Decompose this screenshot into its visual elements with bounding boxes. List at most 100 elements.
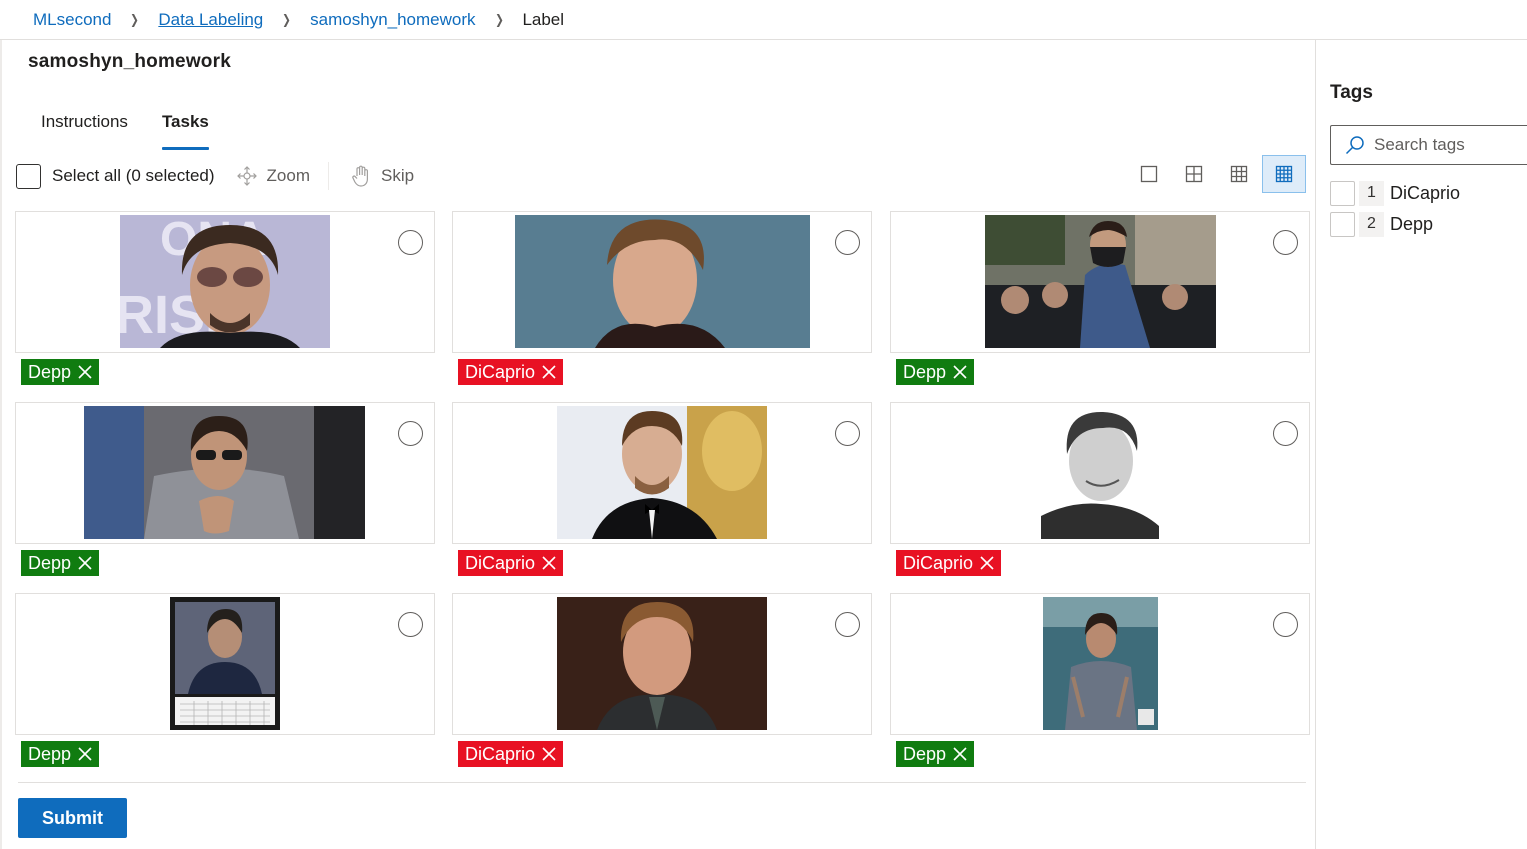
skip-label: Skip [381,166,415,185]
tag-shortcut-key: 1 [1359,180,1384,206]
chevron-right-icon: ❯ [494,11,504,27]
search-tags-box[interactable] [1330,125,1527,165]
task-card[interactable] [15,402,435,544]
applied-tag-label: Depp [28,743,72,764]
applied-tag-chip[interactable]: Depp [896,741,975,767]
remove-tag-icon[interactable] [542,556,556,570]
task-image [515,215,810,348]
remove-tag-icon[interactable] [78,365,92,379]
tab-list: Instructions Tasks [41,112,243,150]
task-item: Depp [15,593,435,767]
task-item: DiCaprio [890,402,1310,576]
chevron-right-icon: ❯ [282,11,292,27]
task-select-circle[interactable] [398,612,423,637]
single-square-icon [1140,165,1158,183]
task-item: DiCaprio [452,402,872,576]
task-card[interactable] [15,593,435,735]
task-item: Depp [890,593,1310,767]
task-toolbar: Select all (0 selected) Zoom Skip [16,162,414,190]
applied-tag-chip[interactable]: DiCaprio [458,550,564,576]
breadcrumb: MLsecond ❯ Data Labeling ❯ samoshyn_home… [0,0,1527,40]
toolbar-divider [328,162,329,190]
task-card[interactable]: ONA RISE [15,211,435,353]
remove-tag-icon[interactable] [980,556,994,570]
tab-instructions[interactable]: Instructions [41,112,128,150]
move-icon [236,166,257,186]
remove-tag-icon[interactable] [542,365,556,379]
task-image [1043,597,1158,730]
applied-tag-chip[interactable]: DiCaprio [896,550,1002,576]
task-image [557,597,767,730]
task-image [1041,406,1159,539]
zoom-label: Zoom [266,166,310,185]
task-select-circle[interactable] [398,230,423,255]
applied-tag-chip[interactable]: DiCaprio [458,741,564,767]
tag-option-dicaprio[interactable]: 1 DiCaprio [1330,180,1460,206]
view-3x3-button[interactable] [1217,155,1261,193]
remove-tag-icon[interactable] [78,747,92,761]
task-card[interactable] [890,593,1310,735]
search-icon [1345,135,1365,155]
zoom-button[interactable]: Zoom [236,166,310,186]
select-all-checkbox[interactable] [16,163,41,189]
task-image [84,406,365,539]
applied-tag-chip[interactable]: Depp [896,359,975,385]
search-tags-input[interactable] [1374,135,1524,155]
task-select-circle[interactable] [1273,421,1298,446]
applied-tag-label: Depp [903,743,947,764]
view-2x2-button[interactable] [1172,155,1216,193]
tag-shortcut-key: 2 [1359,211,1384,237]
remove-tag-icon[interactable] [953,747,967,761]
task-image [985,215,1216,348]
task-image: ONA RISE [120,215,330,348]
view-1x1-button[interactable] [1127,155,1171,193]
task-item: DiCaprio [452,211,872,385]
remove-tag-icon[interactable] [542,747,556,761]
applied-tag-chip[interactable]: Depp [21,550,100,576]
tag-option-label: Depp [1390,213,1434,234]
applied-tag-label: DiCaprio [465,361,536,382]
skip-button[interactable]: Skip [351,165,414,187]
task-select-circle[interactable] [835,612,860,637]
task-item: Depp [890,211,1310,385]
task-image [170,597,280,730]
task-card[interactable] [452,593,872,735]
applied-tag-label: Depp [28,552,72,573]
task-select-circle[interactable] [398,421,423,446]
task-card[interactable] [890,402,1310,544]
remove-tag-icon[interactable] [78,556,92,570]
task-card[interactable] [452,402,872,544]
breadcrumb-current: Label [522,9,565,29]
labeling-main-panel: samoshyn_homework Instructions Tasks Sel… [0,40,1316,849]
grid-2x2-icon [1185,165,1203,183]
breadcrumb-workspace-link[interactable]: MLsecond [33,10,111,30]
applied-tag-label: DiCaprio [465,743,536,764]
view-4x4-button[interactable] [1262,155,1306,193]
applied-tag-chip[interactable]: Depp [21,359,100,385]
task-select-circle[interactable] [1273,612,1298,637]
applied-tag-chip[interactable]: DiCaprio [458,359,564,385]
breadcrumb-project-link[interactable]: samoshyn_homework [310,10,475,30]
grid-4x4-icon [1275,165,1293,183]
tag-option-depp[interactable]: 2 Depp [1330,211,1433,237]
submit-button[interactable]: Submit [18,798,127,838]
remove-tag-icon[interactable] [953,365,967,379]
page-title: samoshyn_homework [28,51,231,72]
task-item: Depp [15,402,435,576]
applied-tag-chip[interactable]: Depp [21,741,100,767]
task-image [557,406,767,539]
tags-panel: Tags 1 DiCaprio 2 Depp [1317,40,1527,849]
task-card[interactable] [452,211,872,353]
applied-tag-label: DiCaprio [903,552,974,573]
select-all-label[interactable]: Select all (0 selected) [52,166,215,186]
breadcrumb-data-labeling-link[interactable]: Data Labeling [158,10,263,30]
chevron-right-icon: ❯ [130,11,140,27]
grid-3x3-icon [1230,165,1248,183]
task-select-circle[interactable] [835,230,860,255]
tab-tasks[interactable]: Tasks [161,112,209,150]
tag-checkbox[interactable] [1330,211,1355,237]
task-card[interactable] [890,211,1310,353]
task-select-circle[interactable] [835,421,860,446]
tag-checkbox[interactable] [1330,180,1355,206]
task-select-circle[interactable] [1273,230,1298,255]
